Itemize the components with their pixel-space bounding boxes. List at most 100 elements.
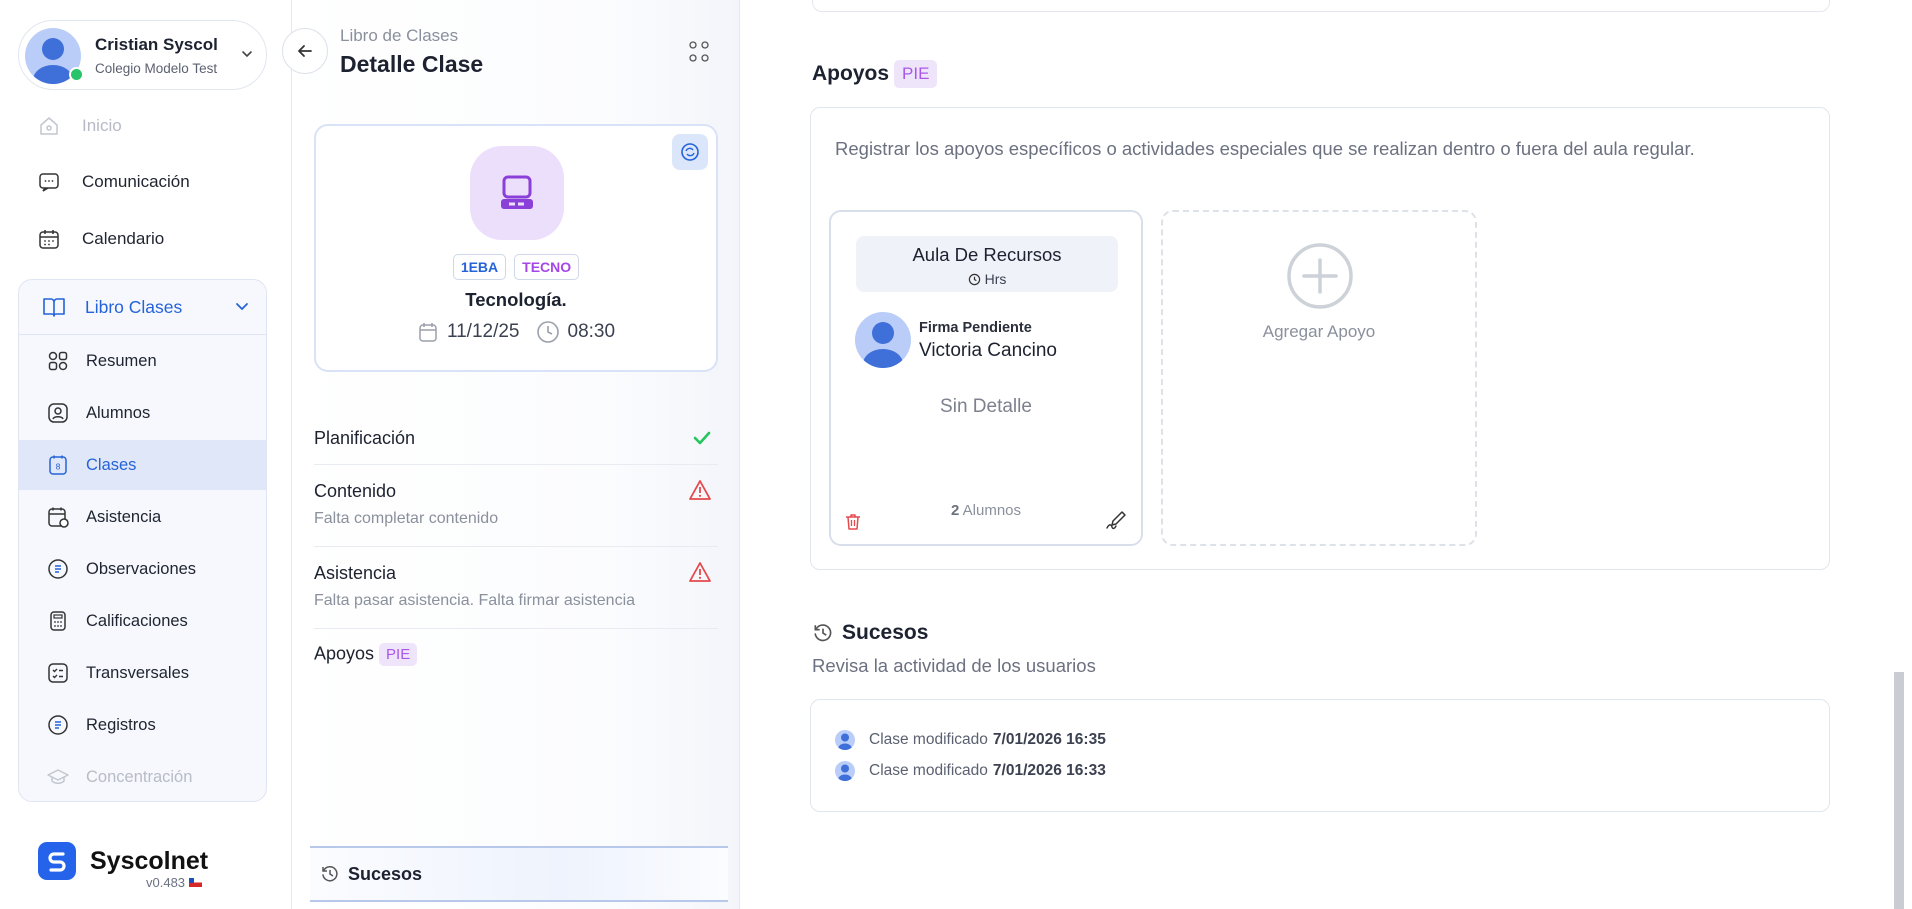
sidebar-item-calificaciones[interactable]: Calificaciones xyxy=(19,596,266,646)
page-title: Detalle Clase xyxy=(340,51,484,77)
libro-clases-toggle[interactable]: Libro Clases xyxy=(19,280,266,335)
sidebar-item-label: Asistencia xyxy=(86,507,162,526)
sign-edit-icon[interactable] xyxy=(1105,510,1129,530)
checklist-icon xyxy=(45,660,71,686)
status-title-text: Apoyos xyxy=(314,643,375,664)
hours-label: Hrs xyxy=(984,271,1007,287)
class-badges: 1EBA TECNO xyxy=(316,254,716,280)
calendar-icon xyxy=(417,321,439,343)
tab-sucesos[interactable]: Sucesos xyxy=(310,846,728,902)
class-status-list: Planificación Contenido Falta completar … xyxy=(314,416,718,681)
clock-icon xyxy=(536,320,560,344)
signature-status: Firma Pendiente xyxy=(919,320,1032,336)
check-icon xyxy=(692,428,712,448)
log-text: Clase modificado xyxy=(869,731,988,748)
chevron-down-icon xyxy=(234,298,250,314)
vertical-scrollbar[interactable] xyxy=(1894,672,1904,909)
home-icon xyxy=(36,113,62,139)
add-apoyo-button[interactable]: Agregar Apoyo xyxy=(1161,210,1477,546)
nav-item-label: Calendario xyxy=(82,229,165,248)
back-button[interactable] xyxy=(282,28,328,74)
status-planificacion[interactable]: Planificación xyxy=(314,416,718,465)
sidebar-item-alumnos[interactable]: Alumnos xyxy=(19,388,266,438)
brand: Syscolnet v0.483 xyxy=(38,842,208,890)
student-count-label: Alumnos xyxy=(962,502,1022,519)
warning-icon xyxy=(688,479,712,501)
log-entry: Clase modificado 7/01/2026 16:35 xyxy=(835,730,1106,750)
sidebar-item-concentracion[interactable]: Concentración xyxy=(19,752,266,801)
nav-item-label: Comunicación xyxy=(82,172,190,191)
sidebar-item-label: Registros xyxy=(86,715,156,734)
status-contenido[interactable]: Contenido Falta completar contenido xyxy=(314,465,718,547)
course-badge: 1EBA xyxy=(452,254,507,280)
section-title-text: Sucesos xyxy=(842,621,929,644)
syscolnet-logo xyxy=(38,842,76,880)
avatar xyxy=(855,312,911,368)
avatar xyxy=(835,761,855,781)
sidebar: Cristian Syscol Colegio Modelo Test Inic… xyxy=(0,0,292,909)
sidebar-item-clases[interactable]: 8 Clases xyxy=(19,440,266,490)
status-title: Apoyos PIE xyxy=(314,629,718,666)
computer-icon xyxy=(470,146,564,240)
pie-tag: PIE xyxy=(379,643,418,666)
activity-log: Clase modificado 7/01/2026 16:35 Clase m… xyxy=(810,699,1830,812)
chevron-down-icon xyxy=(240,47,254,61)
apoyos-section-title: Apoyos PIE xyxy=(812,60,938,88)
add-apoyo-label: Agregar Apoyo xyxy=(1262,322,1376,341)
main-content: Apoyos PIE Registrar los apoyos específi… xyxy=(740,0,1912,909)
sidebar-item-observaciones[interactable]: Observaciones xyxy=(19,544,266,594)
sucesos-section-title: Sucesos xyxy=(812,621,928,645)
attendance-icon xyxy=(45,504,71,530)
status-subtitle: Falta pasar asistencia. Falta firmar asi… xyxy=(314,592,636,609)
nav-item-inicio[interactable]: Inicio xyxy=(36,106,122,146)
user-menu[interactable]: Cristian Syscol Colegio Modelo Test xyxy=(18,20,267,90)
warning-icon xyxy=(688,561,712,583)
status-asistencia[interactable]: Asistencia Falta pasar asistencia. Falta… xyxy=(314,547,718,629)
apoyo-type-header: Aula De Recursos Hrs xyxy=(856,236,1118,292)
sidebar-item-asistencia[interactable]: Asistencia xyxy=(19,492,266,542)
sidebar-item-resumen[interactable]: Resumen xyxy=(19,336,266,386)
class-calendar-icon: 8 xyxy=(45,452,71,478)
history-icon xyxy=(320,864,340,884)
graduation-cap-icon xyxy=(45,764,71,790)
trash-icon[interactable] xyxy=(843,512,863,532)
sidebar-item-label: Resumen xyxy=(86,351,157,370)
nav-item-comunicacion[interactable]: Comunicación xyxy=(36,162,190,202)
apoyo-student-count: 2 Alumnos xyxy=(831,502,1141,519)
breadcrumb[interactable]: Libro de Clases xyxy=(340,26,458,46)
online-status-dot xyxy=(69,67,84,82)
sidebar-item-registros[interactable]: Registros xyxy=(19,700,266,750)
subject-badge: TECNO xyxy=(514,254,580,280)
log-date: 7/01/2026 16:35 xyxy=(992,731,1106,748)
calendar-icon xyxy=(36,226,62,252)
sucesos-subtitle: Revisa la actividad de los usuarios xyxy=(812,655,1096,676)
note-icon xyxy=(45,556,71,582)
nav-item-calendario[interactable]: Calendario xyxy=(36,219,164,259)
nav-item-label: Inicio xyxy=(82,116,122,135)
class-schedule: 11/12/25 08:30 xyxy=(316,320,716,344)
clock-icon xyxy=(968,273,981,286)
history-icon xyxy=(812,622,834,644)
sidebar-item-transversales[interactable]: Transversales xyxy=(19,648,266,698)
plus-circle-icon xyxy=(1287,243,1353,309)
version-text: v0.483 xyxy=(146,875,186,890)
apoyo-hours: Hrs xyxy=(856,271,1118,287)
chile-flag-icon xyxy=(189,878,203,887)
user-icon xyxy=(45,400,71,426)
arrow-left-icon xyxy=(298,45,312,57)
book-icon xyxy=(41,295,67,319)
tab-label: Sucesos xyxy=(348,863,423,884)
more-options-icon[interactable] xyxy=(688,40,710,64)
sidebar-item-label: Transversales xyxy=(86,663,190,682)
apoyo-person-name: Victoria Cancino xyxy=(919,340,1058,361)
user-name: Cristian Syscol xyxy=(95,35,218,54)
log-entry: Clase modificado 7/01/2026 16:33 xyxy=(835,761,1106,781)
sidebar-item-label: Clases xyxy=(86,455,137,474)
class-time: 08:30 xyxy=(567,321,616,342)
app-version: v0.483 xyxy=(146,875,203,890)
pie-tag: PIE xyxy=(894,60,938,88)
status-apoyos[interactable]: Apoyos PIE xyxy=(314,629,718,681)
class-card-toggle-button[interactable] xyxy=(672,134,708,170)
apoyo-card[interactable]: Aula De Recursos Hrs Firma Pendiente Vic… xyxy=(829,210,1143,546)
app-window: Cristian Syscol Colegio Modelo Test Inic… xyxy=(0,0,1912,909)
